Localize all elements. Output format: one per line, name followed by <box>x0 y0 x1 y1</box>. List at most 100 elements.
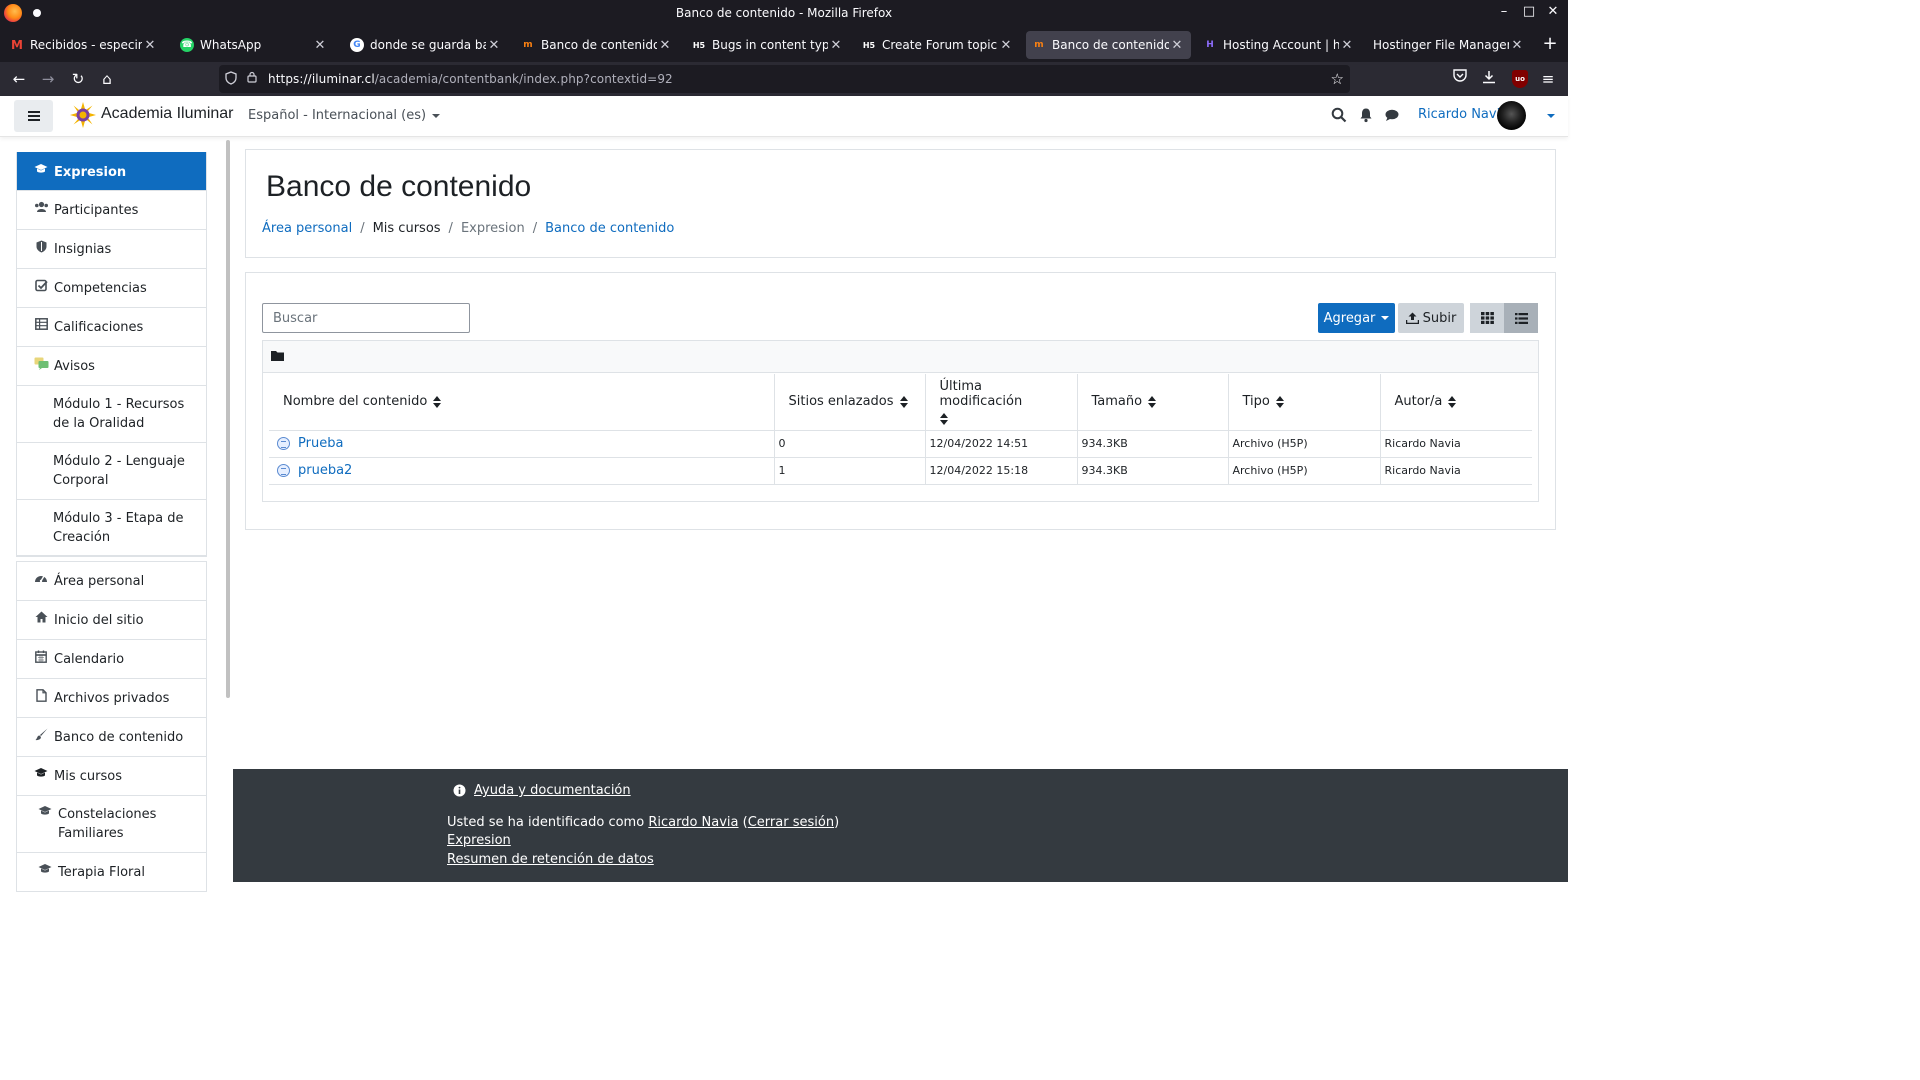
browser-tab[interactable]: ☎ WhatsApp ✕ <box>174 31 334 59</box>
breadcrumb-banco-de-contenido[interactable]: Banco de contenido <box>545 221 674 236</box>
new-tab-icon[interactable]: + <box>1540 33 1560 54</box>
minimize-icon[interactable]: – <box>1494 4 1514 19</box>
tab-close-icon[interactable]: ✕ <box>1509 38 1525 53</box>
pocket-icon[interactable] <box>1449 68 1471 90</box>
back-icon[interactable]: ← <box>8 68 30 90</box>
downloads-icon[interactable] <box>1478 68 1500 90</box>
sort-icon <box>1275 395 1284 408</box>
grid-view-button[interactable] <box>1470 303 1504 333</box>
tab-close-icon[interactable]: ✕ <box>142 38 158 53</box>
forum-icon <box>33 357 49 374</box>
bell-icon[interactable] <box>1358 107 1374 123</box>
close-window-icon[interactable]: ✕ <box>1543 4 1563 19</box>
content-name-cell[interactable]: prueba2 <box>269 457 775 485</box>
sidebar-item-banco-de-contenido[interactable]: Banco de contenido <box>17 717 206 756</box>
home-icon[interactable]: ⌂ <box>96 68 118 90</box>
search-input[interactable] <box>262 303 470 333</box>
tab-close-icon[interactable]: ✕ <box>657 38 673 53</box>
app-menu-icon[interactable]: ≡ <box>1537 68 1559 90</box>
url-text[interactable]: https://iluminar.cl/academia/contentbank… <box>268 72 673 86</box>
column-header-linked-sites[interactable]: Sitios enlazados <box>774 374 926 431</box>
sidebar-item-avisos[interactable]: Avisos <box>17 346 206 385</box>
drawer-scrollbar[interactable] <box>226 140 230 698</box>
upload-button[interactable]: Subir <box>1398 303 1464 333</box>
help-link[interactable]: Ayuda y documentación <box>453 783 631 798</box>
folder-icon[interactable] <box>271 350 284 361</box>
ublock-origin-icon[interactable]: uo <box>1512 70 1528 88</box>
tab-close-icon[interactable]: ✕ <box>1169 38 1185 53</box>
tab-close-icon[interactable]: ✕ <box>312 38 328 53</box>
column-header-name[interactable]: Nombre del contenido <box>269 374 775 431</box>
sidebar-item-participantes[interactable]: Participantes <box>17 190 206 229</box>
browser-tab[interactable]: m Banco de contenido - M ✕ <box>515 31 679 59</box>
sidebar-item-insignias[interactable]: Insignias <box>17 229 206 268</box>
lock-icon[interactable] <box>247 71 257 86</box>
site-logo-icon[interactable] <box>69 101 97 129</box>
user-name[interactable]: Ricardo Navia <box>1418 107 1508 122</box>
course-link[interactable]: Expresion <box>447 833 511 848</box>
breadcrumb-expresion[interactable]: Expresion <box>461 221 525 236</box>
sidebar-item-calificaciones[interactable]: Calificaciones <box>17 307 206 346</box>
tab-close-icon[interactable]: ✕ <box>828 38 844 53</box>
sidebar-item-inicio-del-sitio[interactable]: Inicio del sitio <box>17 600 206 639</box>
content-list: Nombre del contenido Sitios enlazados Úl… <box>262 340 1539 502</box>
drawer-toggle-button[interactable] <box>14 100 53 132</box>
column-header-size[interactable]: Tamaño <box>1077 374 1229 431</box>
linked-sites-cell: 1 <box>774 457 926 485</box>
sidebar-item-archivos-privados[interactable]: Archivos privados <box>17 678 206 717</box>
upload-icon <box>1405 312 1419 324</box>
search-icon[interactable] <box>1331 107 1347 123</box>
browser-tab-active[interactable]: m Banco de contenido ✕ <box>1026 31 1191 59</box>
sidebar-item-area-personal[interactable]: Área personal <box>17 561 206 600</box>
column-header-author[interactable]: Autor/a <box>1380 374 1532 431</box>
column-header-type[interactable]: Tipo <box>1228 374 1381 431</box>
browser-tab[interactable]: H5 Create Forum topic | H5 ✕ <box>856 31 1020 59</box>
browser-tab[interactable]: H5 Bugs in content types | ✕ <box>686 31 850 59</box>
language-menu[interactable]: Español - Internacional (es) <box>248 108 441 123</box>
sidebar-item-competencias[interactable]: Competencias <box>17 268 206 307</box>
site-name[interactable]: Academia Iluminar <box>101 105 234 123</box>
column-header-last-modified[interactable]: Última modificación <box>925 374 1078 431</box>
breadcrumb-area-personal[interactable]: Área personal <box>262 221 352 236</box>
forward-icon[interactable]: → <box>37 68 59 90</box>
gmail-icon: M <box>11 38 23 52</box>
maximize-icon[interactable]: □ <box>1519 4 1539 19</box>
sidebar-item-expresion[interactable]: Expresion <box>17 152 206 190</box>
profile-link[interactable]: Ricardo Navia <box>648 815 738 830</box>
sidebar-item-mis-cursos[interactable]: Mis cursos <box>17 756 206 795</box>
user-avatar[interactable] <box>1497 101 1526 130</box>
messages-icon[interactable] <box>1384 107 1400 123</box>
h5p-icon: H5 <box>862 40 876 50</box>
sidebar-item-terapia-floral[interactable]: Terapia Floral <box>17 852 206 891</box>
sidebar-item-constelaciones[interactable]: Constelaciones Familiares <box>17 795 206 852</box>
sidebar-item-modulo-3[interactable]: Módulo 3 - Etapa de Creación <box>17 499 206 556</box>
content-name-cell[interactable]: Prueba <box>269 430 775 458</box>
reload-icon[interactable]: ↻ <box>67 68 89 90</box>
tab-close-icon[interactable]: ✕ <box>1339 38 1355 53</box>
browser-tab[interactable]: M Recibidos - especimenra ✕ <box>4 31 164 59</box>
sidebar-item-calendario[interactable]: Calendario <box>17 639 206 678</box>
tab-close-icon[interactable]: ✕ <box>998 38 1014 53</box>
logout-link[interactable]: Cerrar sesión <box>748 815 834 830</box>
data-retention-link[interactable]: Resumen de retención de datos <box>447 852 654 867</box>
browser-tab[interactable]: G donde se guarda banco ✕ <box>344 31 508 59</box>
url-bar[interactable]: https://iluminar.cl/academia/contentbank… <box>219 65 1350 93</box>
info-icon <box>453 784 466 797</box>
browser-tab[interactable]: Hostinger File Manager ✕ <box>1367 31 1531 59</box>
sidebar-item-modulo-2[interactable]: Módulo 2 - Lenguaje Corporal <box>17 442 206 499</box>
h5p-icon: H5 <box>692 40 706 50</box>
list-view-button[interactable] <box>1504 303 1538 333</box>
table-row[interactable]: prueba2 1 12/04/2022 15:18 934.3KB Archi… <box>269 457 1532 485</box>
table-row[interactable]: Prueba 0 12/04/2022 14:51 934.3KB Archiv… <box>269 430 1532 458</box>
browser-tab[interactable]: H Hosting Account | hPan ✕ <box>1197 31 1361 59</box>
tab-close-icon[interactable]: ✕ <box>486 38 502 53</box>
language-label: Español - Internacional (es) <box>248 108 427 123</box>
tracking-shield-icon[interactable] <box>225 71 239 87</box>
user-menu-chevron-icon[interactable] <box>1541 108 1555 123</box>
chevron-down-icon <box>432 113 441 118</box>
author-cell: Ricardo Navia <box>1380 457 1532 485</box>
bookmark-star-icon[interactable]: ☆ <box>1331 70 1344 88</box>
add-content-button[interactable]: Agregar <box>1318 303 1395 333</box>
list-icon <box>1514 312 1528 324</box>
sidebar-item-modulo-1[interactable]: Módulo 1 - Recursos de la Oralidad <box>17 385 206 442</box>
